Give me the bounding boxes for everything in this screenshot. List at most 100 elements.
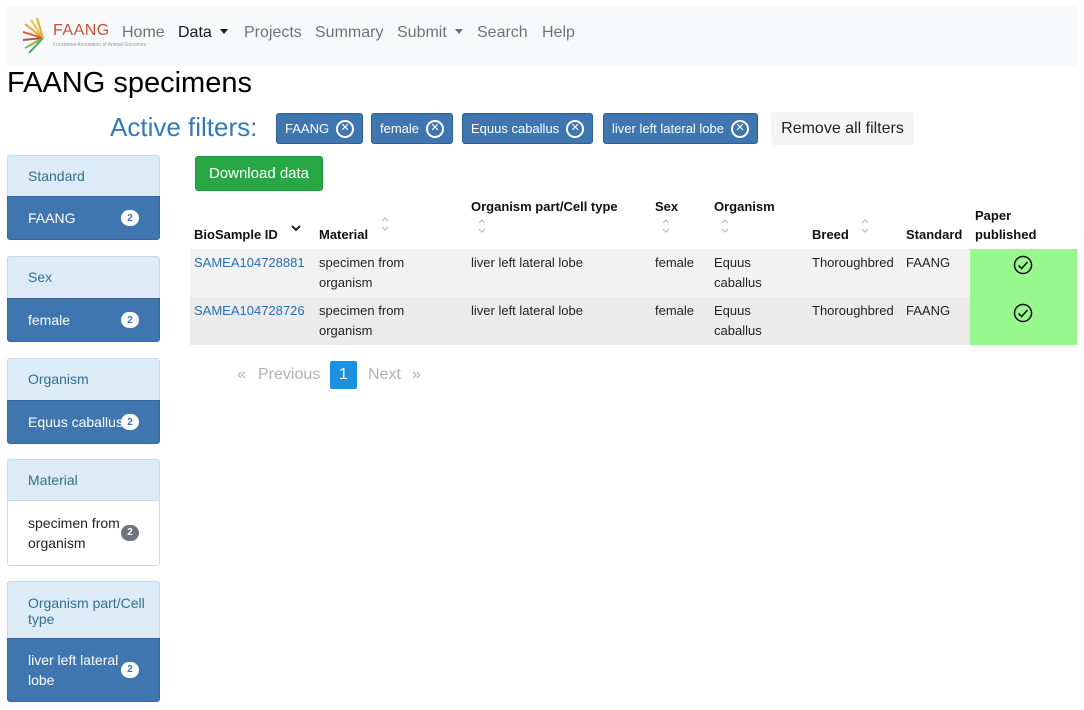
column-header-label: Breed <box>812 227 849 242</box>
nav-submit[interactable]: Submit <box>397 24 463 42</box>
nav-projects[interactable]: Projects <box>244 24 302 42</box>
column-header-organism-part[interactable]: Organism part/Cell type <box>471 197 618 233</box>
column-header-paper-published[interactable]: Paper published <box>975 206 1036 244</box>
cell-breed: Thoroughbred <box>812 303 894 318</box>
nav-data[interactable]: Data <box>178 24 228 42</box>
column-header-material[interactable]: Material <box>319 217 389 244</box>
facet-item-label: Equus caballus <box>28 414 123 430</box>
nav-search[interactable]: Search <box>477 24 528 42</box>
facet-item-equus-caballus[interactable]: Equus caballus 2 <box>7 400 160 444</box>
filter-chip-label: female <box>380 121 420 136</box>
count-badge: 2 <box>121 312 139 328</box>
facet-standard: Standard FAANG 2 <box>7 155 160 240</box>
nav-home[interactable]: Home <box>122 24 165 42</box>
pagination-last[interactable]: » <box>412 366 421 384</box>
facet-title-line: type <box>28 611 55 627</box>
nav-data-label: Data <box>178 24 212 41</box>
facet-material: Material specimen from organism 2 <box>7 459 160 566</box>
filter-chip-label: liver left lateral lobe <box>612 121 724 136</box>
cell-line: organism <box>319 275 373 290</box>
column-header-label: Organism part/Cell type <box>471 199 618 214</box>
cell-sex: female <box>655 303 695 318</box>
column-header-label-line: Paper <box>975 208 1012 223</box>
download-data-button[interactable]: Download data <box>195 156 323 191</box>
facet-title: Organism part/Cell type <box>7 581 160 638</box>
cell-organism-part: liver left lateral lobe <box>471 303 583 318</box>
biosample-id-link[interactable]: SAMEA104728881 <box>194 253 305 273</box>
pagination-next[interactable]: Next <box>368 366 401 384</box>
faang-sunburst-icon <box>22 17 44 54</box>
check-circle-icon <box>1013 303 1033 323</box>
facet-item-liver-left-lateral-lobe[interactable]: liver left lateral lobe 2 <box>7 638 160 702</box>
column-header-label: Sex <box>655 199 679 214</box>
filter-chip-faang[interactable]: FAANG ✕ <box>276 113 364 144</box>
cell-line: caballus <box>714 323 762 338</box>
facet-organism-part: Organism part/Cell type liver left latera… <box>7 581 160 702</box>
column-header-breed[interactable]: Breed <box>812 219 869 244</box>
close-icon[interactable]: ✕ <box>426 119 445 138</box>
cell-line: Equus <box>714 255 751 270</box>
faang-logo[interactable]: FAANG Functional Annotation of Animal Ge… <box>21 14 146 58</box>
column-header-label-line: published <box>975 227 1037 242</box>
column-header-standard[interactable]: Standard <box>906 225 962 244</box>
brand-subtitle: Functional Annotation of Animal Genomes <box>53 42 147 48</box>
cell-line: organism <box>319 323 373 338</box>
column-header-biosample-id[interactable]: BioSample ID <box>194 225 301 244</box>
facet-title-line: Organism part/Cell <box>28 595 145 611</box>
facet-item-label: liver left lateral lobe <box>28 650 118 690</box>
sort-icon <box>381 217 389 231</box>
cell-breed: Thoroughbred <box>812 255 894 270</box>
facet-item-female[interactable]: female 2 <box>7 298 160 342</box>
cell-line: specimen from <box>319 303 405 318</box>
cell-organism: Equus caballus <box>714 301 762 341</box>
cell-line: Equus <box>714 303 751 318</box>
pagination-previous[interactable]: Previous <box>258 366 320 384</box>
facet-item-label-line: specimen from <box>28 515 120 531</box>
filter-chip-equus-caballus[interactable]: Equus caballus ✕ <box>462 113 594 144</box>
filter-chip-liver-left-lateral-lobe[interactable]: liver left lateral lobe ✕ <box>603 113 758 144</box>
nav-summary[interactable]: Summary <box>315 24 383 42</box>
page-title: FAANG specimens <box>7 67 252 99</box>
sort-desc-icon <box>291 225 301 232</box>
chevron-down-icon <box>219 29 228 34</box>
facet-item-specimen-from-organism[interactable]: specimen from organism 2 <box>7 500 160 566</box>
cell-paper-published <box>970 297 1077 345</box>
close-icon[interactable]: ✕ <box>566 119 585 138</box>
close-icon[interactable]: ✕ <box>731 119 749 138</box>
pagination-page-current[interactable]: 1 <box>330 361 357 389</box>
cell-organism: Equus caballus <box>714 253 762 293</box>
nav-help[interactable]: Help <box>542 24 575 42</box>
column-header-label: Material <box>319 227 369 242</box>
cell-line: caballus <box>714 275 762 290</box>
sort-icon <box>861 219 869 233</box>
count-badge: 2 <box>121 210 139 226</box>
cell-material: specimen from organism <box>319 253 404 293</box>
filter-chip-female[interactable]: female ✕ <box>371 113 454 144</box>
filter-chip-label: FAANG <box>285 121 330 136</box>
cell-line: specimen from <box>319 255 405 270</box>
column-header-label: BioSample ID <box>194 227 278 242</box>
facet-title: Sex <box>7 256 160 298</box>
check-circle-icon <box>1013 255 1033 275</box>
biosample-id-link[interactable]: SAMEA104728726 <box>194 301 305 321</box>
facet-sex: Sex female 2 <box>7 256 160 342</box>
facet-item-faang[interactable]: FAANG 2 <box>7 196 160 240</box>
cell-sex: female <box>655 255 695 270</box>
brand-name: FAANG <box>53 22 110 39</box>
facet-title: Standard <box>7 155 160 196</box>
column-header-sex[interactable]: Sex <box>655 197 679 233</box>
sort-icon <box>662 219 670 233</box>
column-header-label: Organism <box>714 199 775 214</box>
pagination-first[interactable]: « <box>237 366 246 384</box>
facet-title: Organism <box>7 358 160 400</box>
facet-item-label: female <box>28 312 71 328</box>
filter-chip-label: Equus caballus <box>471 121 560 136</box>
nav-submit-label: Submit <box>397 24 447 41</box>
facet-title: Material <box>7 459 160 500</box>
close-icon[interactable]: ✕ <box>336 119 355 138</box>
column-header-organism[interactable]: Organism <box>714 197 775 233</box>
remove-all-filters-button[interactable]: Remove all filters <box>771 112 914 145</box>
sort-icon <box>478 219 486 233</box>
facet-item-label-line: liver left lateral <box>28 652 119 668</box>
count-badge: 2 <box>121 525 139 541</box>
